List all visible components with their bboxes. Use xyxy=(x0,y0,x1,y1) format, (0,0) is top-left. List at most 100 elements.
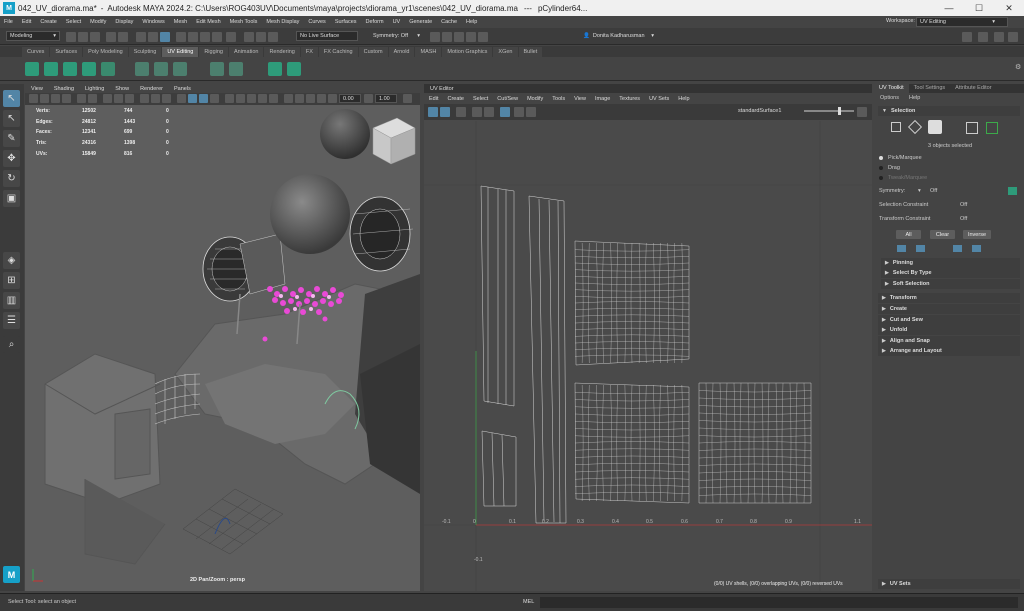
camera-based-map-icon[interactable] xyxy=(101,62,115,76)
move-tool-icon[interactable]: ✥ xyxy=(3,150,20,167)
shadows-icon[interactable] xyxy=(236,94,245,103)
shelf-tab-bullet[interactable]: Bullet xyxy=(518,47,543,57)
shelf-tab-uv-editing[interactable]: UV Editing xyxy=(162,47,199,57)
select-object-icon[interactable] xyxy=(148,32,158,42)
uv-checker-icon[interactable] xyxy=(484,107,494,117)
menu-surfaces[interactable]: Surfaces xyxy=(335,19,357,25)
menu-windows[interactable]: Windows xyxy=(142,19,164,25)
shelf-tab-motion-graphics[interactable]: Motion Graphics xyxy=(442,47,493,57)
render-settings-icon[interactable] xyxy=(466,32,476,42)
isolate-select-icon[interactable] xyxy=(284,94,293,103)
uv-menu-edit[interactable]: Edit xyxy=(429,96,438,102)
menu-deform[interactable]: Deform xyxy=(366,19,384,25)
smooth-shade-icon[interactable] xyxy=(188,94,197,103)
grid-toggle-icon[interactable] xyxy=(103,94,112,103)
outliner-layout-icon[interactable]: ☰ xyxy=(3,312,20,329)
viewport-menu-panels[interactable]: Panels xyxy=(174,86,191,92)
ambient-occlusion-icon[interactable] xyxy=(247,94,256,103)
symmetry-dropdown[interactable]: Symmetry: Off ▾ xyxy=(370,31,422,41)
align-and-snap-section[interactable]: ▶ Align and Snap xyxy=(878,336,1020,346)
radio-pick-marquee[interactable] xyxy=(879,156,883,160)
anti-alias-icon[interactable] xyxy=(269,94,278,103)
uv-canvas[interactable]: -0.1 0 0.1 0.2 0.3 0.4 0.5 0.6 0.7 0.8 0… xyxy=(424,121,872,591)
create-section[interactable]: ▶ Create xyxy=(878,304,1020,314)
shelf-tab-sculpting[interactable]: Sculpting xyxy=(128,47,162,57)
symmetry-settings-icon[interactable] xyxy=(1008,187,1017,195)
user-account-dropdown[interactable]: 👤 Donita Kadharusman ▾ xyxy=(580,31,656,41)
menu-edit[interactable]: Edit xyxy=(22,19,31,25)
uv-grid-icon[interactable] xyxy=(456,107,466,117)
menu-mesh-display[interactable]: Mesh Display xyxy=(266,19,299,25)
exposure-field[interactable]: 0.00 xyxy=(339,94,361,103)
grow-selection-icon[interactable] xyxy=(953,245,962,252)
uv-shell-icon[interactable] xyxy=(428,107,438,117)
uv-menu-modify[interactable]: Modify xyxy=(527,96,543,102)
motion-blur-icon[interactable] xyxy=(258,94,267,103)
spherical-map-icon[interactable] xyxy=(63,62,77,76)
mode-dropdown[interactable]: Modeling ▾ xyxy=(6,31,60,41)
viewport-menu-shading[interactable]: Shading xyxy=(54,86,74,92)
uv-menu-uv-sets[interactable]: UV Sets xyxy=(649,96,669,102)
channel-box-icon[interactable] xyxy=(1008,32,1018,42)
panel-menu-help[interactable]: Help xyxy=(909,95,920,101)
tab-attribute-editor[interactable]: Attribute Editor xyxy=(950,84,996,93)
clear-selection-button[interactable]: Clear xyxy=(930,230,955,239)
xray-components-icon[interactable] xyxy=(317,94,326,103)
textured-icon[interactable] xyxy=(210,94,219,103)
uv-image-icon[interactable] xyxy=(526,107,536,117)
uv-wireframe-icon[interactable] xyxy=(440,107,450,117)
minimize-button[interactable]: — xyxy=(934,0,964,16)
safe-action-icon[interactable] xyxy=(162,94,171,103)
uv-menu-select[interactable]: Select xyxy=(473,96,488,102)
snap-point-icon[interactable] xyxy=(200,32,210,42)
automatic-map-icon[interactable] xyxy=(82,62,96,76)
live-surface-field[interactable]: No Live Surface xyxy=(296,31,358,41)
gamma-field[interactable]: 1.00 xyxy=(375,94,397,103)
close-button[interactable]: ✕ xyxy=(994,0,1024,16)
shelf-tab-xgen[interactable]: XGen xyxy=(493,47,518,57)
radio-drag[interactable] xyxy=(879,166,883,170)
xray-joints-icon[interactable] xyxy=(306,94,315,103)
chevron-down-icon[interactable]: ▾ xyxy=(918,188,921,194)
2d-pan-zoom-icon[interactable] xyxy=(77,94,86,103)
menu-select[interactable]: Select xyxy=(66,19,81,25)
snap-view-icon[interactable] xyxy=(212,32,222,42)
radio-tweak-marquee[interactable] xyxy=(879,176,883,180)
field-chart-icon[interactable] xyxy=(151,94,160,103)
shelf-tab-custom[interactable]: Custom xyxy=(358,47,388,57)
viewport-menu-show[interactable]: Show xyxy=(115,86,129,92)
menu-curves[interactable]: Curves xyxy=(308,19,325,25)
image-plane-icon[interactable] xyxy=(62,94,71,103)
shelf-tab-arnold[interactable]: Arnold xyxy=(388,47,415,57)
soft-selection-section[interactable]: ▶ Soft Selection xyxy=(881,279,1020,289)
uv-menu-help[interactable]: Help xyxy=(678,96,689,102)
uv-toggle-options-icon[interactable] xyxy=(857,107,867,117)
history-icon[interactable] xyxy=(244,32,254,42)
menu-help[interactable]: Help xyxy=(466,19,477,25)
menu-create[interactable]: Create xyxy=(40,19,57,25)
mel-label[interactable]: MEL xyxy=(523,599,534,605)
pinning-section[interactable]: ▶ Pinning xyxy=(881,258,1020,268)
selection-constraint-value[interactable]: Off xyxy=(960,202,967,208)
wireframe-on-shaded-icon[interactable] xyxy=(199,94,208,103)
side-by-side-icon[interactable]: ▥ xyxy=(3,292,20,309)
shelf-tab-poly-modeling[interactable]: Poly Modeling xyxy=(83,47,128,57)
select-all-button[interactable]: All xyxy=(896,230,921,239)
arrange-and-layout-section[interactable]: ▶ Arrange and Layout xyxy=(878,346,1020,356)
sew-uv-icon[interactable] xyxy=(154,62,168,76)
menu-uv[interactable]: UV xyxy=(393,19,401,25)
select-component-icon[interactable] xyxy=(160,32,170,42)
uv-sets-section[interactable]: ▶ UV Sets xyxy=(878,579,1020,589)
select-shell-icon[interactable] xyxy=(916,245,925,252)
tab-uv-toolkit[interactable]: UV Toolkit xyxy=(874,84,909,93)
symmetry-value[interactable]: Off xyxy=(930,188,937,194)
viewport-menu-renderer[interactable]: Renderer xyxy=(140,86,163,92)
shelf-tab-curves[interactable]: Curves xyxy=(22,47,50,57)
select-border-icon[interactable] xyxy=(897,245,906,252)
planar-map-icon[interactable] xyxy=(25,62,39,76)
lasso-tool-icon[interactable]: ↖ xyxy=(3,110,20,127)
selection-section-header[interactable]: ▼ Selection xyxy=(878,106,1020,116)
film-gate-icon[interactable] xyxy=(114,94,123,103)
gamma-icon[interactable] xyxy=(364,94,373,103)
rotate-tool-icon[interactable]: ↻ xyxy=(3,170,20,187)
